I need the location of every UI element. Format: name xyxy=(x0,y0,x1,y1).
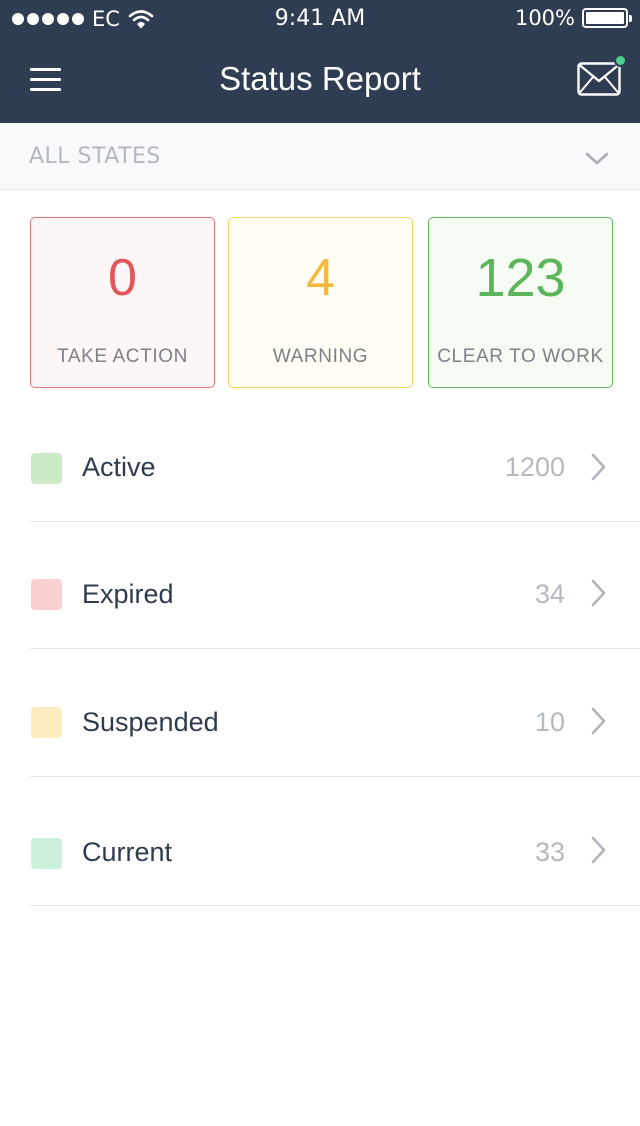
warning-label: WARNING xyxy=(272,346,369,367)
status-color-swatch xyxy=(31,453,62,484)
clear-to-work-count: 123 xyxy=(475,248,566,308)
chevron-right-icon xyxy=(591,579,606,607)
notification-badge xyxy=(614,54,627,67)
take-action-count: 0 xyxy=(108,249,137,307)
status-label: Active xyxy=(82,452,156,482)
status-row-current[interactable]: Current 33 xyxy=(0,779,640,906)
status-count: 33 xyxy=(534,837,565,867)
status-count: 1200 xyxy=(504,452,565,482)
divider xyxy=(30,776,640,777)
battery-status: 100% xyxy=(514,6,632,30)
clear-to-work-card[interactable]: 123 CLEAR TO WORK xyxy=(428,217,613,388)
status-row-suspended[interactable]: Suspended 10 xyxy=(0,650,640,777)
take-action-label: TAKE ACTION xyxy=(57,346,188,367)
messages-button[interactable] xyxy=(576,54,630,100)
divider xyxy=(30,648,640,649)
state-filter-dropdown[interactable]: ALL STATES xyxy=(0,123,640,190)
chevron-right-icon xyxy=(591,707,606,735)
status-count: 10 xyxy=(534,707,565,737)
status-count: 34 xyxy=(534,579,565,609)
page-title: Status Report xyxy=(219,60,421,97)
battery-icon xyxy=(582,8,632,28)
status-label: Expired xyxy=(82,579,174,609)
status-row-expired[interactable]: Expired 34 xyxy=(0,522,640,649)
status-color-swatch xyxy=(31,579,62,610)
warning-card[interactable]: 4 WARNING xyxy=(228,217,413,388)
status-label: Suspended xyxy=(82,707,219,737)
chevron-right-icon xyxy=(591,836,606,864)
chevron-right-icon xyxy=(591,453,606,481)
status-label: Current xyxy=(82,837,173,867)
status-row-active[interactable]: Active 1200 xyxy=(0,395,640,522)
status-color-swatch xyxy=(31,707,62,738)
battery-percentage: 100% xyxy=(514,6,575,30)
warning-count: 4 xyxy=(306,249,335,307)
envelope-icon xyxy=(577,62,621,96)
status-bar: EC 9:41 AM 100% xyxy=(0,0,640,40)
filter-label: ALL STATES xyxy=(29,144,161,169)
status-color-swatch xyxy=(31,838,62,869)
take-action-card[interactable]: 0 TAKE ACTION xyxy=(30,217,215,388)
divider xyxy=(30,905,640,906)
chevron-down-icon[interactable] xyxy=(584,150,610,168)
clear-to-work-label: CLEAR TO WORK xyxy=(437,346,604,367)
app-header: EC 9:41 AM 100% Status Report xyxy=(0,0,640,123)
